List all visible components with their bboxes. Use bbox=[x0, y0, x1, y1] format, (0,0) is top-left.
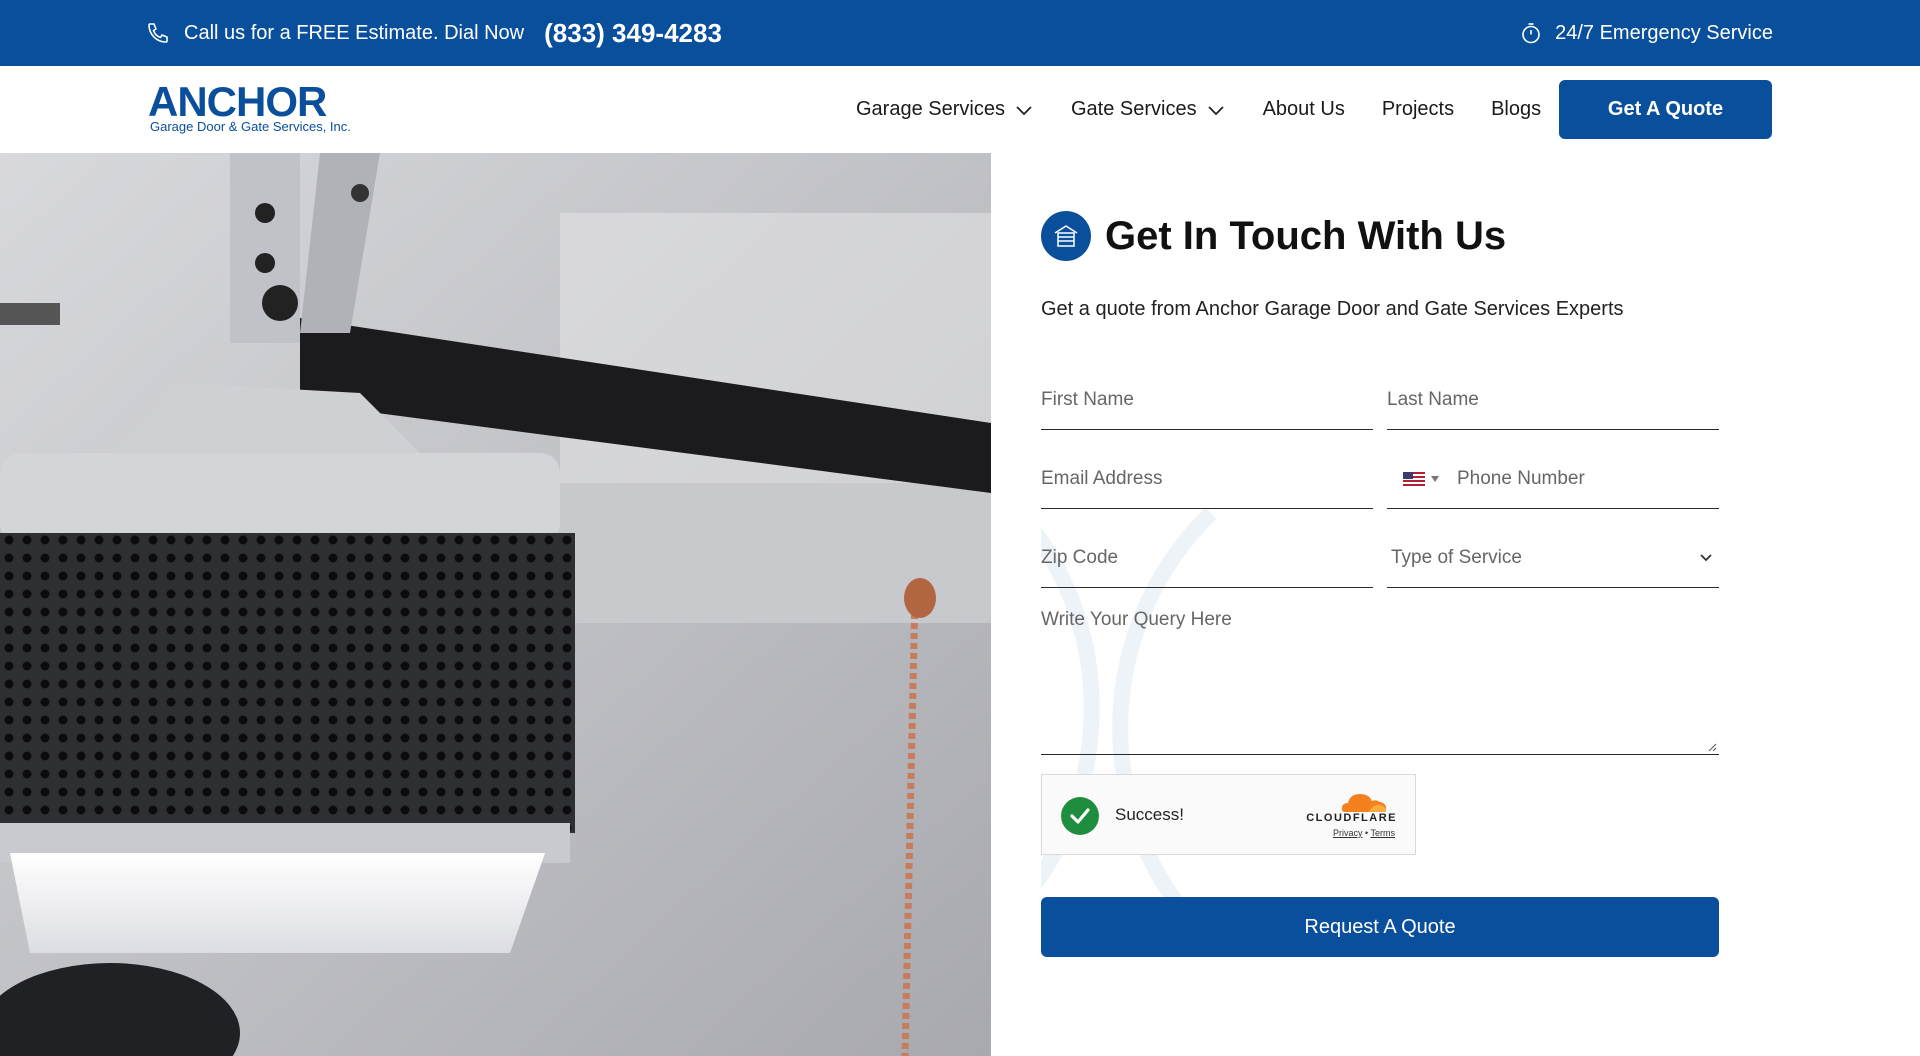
phone-number-link[interactable]: (833) 349-4283 bbox=[544, 18, 722, 49]
logo-subtitle: Garage Door & Gate Services, Inc. bbox=[150, 119, 351, 134]
chevron-down-icon bbox=[1431, 475, 1439, 482]
main-nav: Garage Services Gate Services About Us P… bbox=[856, 66, 1578, 153]
terms-link[interactable]: Terms bbox=[1371, 828, 1396, 838]
first-name-placeholder: First Name bbox=[1041, 388, 1134, 410]
query-placeholder: Write Your Query Here bbox=[1041, 609, 1232, 630]
contact-form-section: Get In Touch With Us Get a quote from An… bbox=[991, 153, 1920, 1056]
nav-garage-services-label: Garage Services bbox=[856, 98, 1005, 120]
email-field[interactable]: Email Address bbox=[1041, 449, 1373, 509]
first-name-field[interactable]: First Name bbox=[1041, 370, 1373, 430]
zip-placeholder: Zip Code bbox=[1041, 546, 1119, 568]
emergency-service: 24/7 Emergency Service bbox=[1519, 0, 1773, 66]
phone-icon bbox=[146, 21, 170, 45]
cloud-icon bbox=[1341, 794, 1386, 812]
nav-blogs[interactable]: Blogs bbox=[1491, 98, 1541, 121]
cloudflare-wordmark: CLOUDFLARE bbox=[1306, 812, 1397, 824]
service-type-select[interactable]: Type of Service bbox=[1387, 528, 1719, 588]
last-name-placeholder: Last Name bbox=[1387, 388, 1479, 410]
form-header: Get In Touch With Us bbox=[1041, 211, 1506, 261]
email-placeholder: Email Address bbox=[1041, 467, 1163, 489]
captcha-status: Success! bbox=[1115, 805, 1184, 824]
cloudflare-captcha[interactable]: Success! CLOUDFLARE Privacy • Terms bbox=[1041, 774, 1416, 855]
garage-icon bbox=[1041, 211, 1091, 261]
phone-placeholder: Phone Number bbox=[1457, 467, 1585, 489]
links-separator: • bbox=[1365, 828, 1369, 838]
form-subtitle: Get a quote from Anchor Garage Door and … bbox=[1041, 298, 1624, 320]
nav-gate-services-label: Gate Services bbox=[1070, 98, 1197, 120]
us-flag-icon bbox=[1403, 471, 1425, 486]
nav-projects[interactable]: Projects bbox=[1382, 98, 1454, 121]
cloudflare-logo: CLOUDFLARE Privacy • Terms bbox=[1301, 790, 1397, 842]
request-quote-button[interactable]: Request A Quote bbox=[1041, 897, 1719, 957]
service-type-label: Type of Service bbox=[1391, 546, 1522, 568]
captcha-links: Privacy • Terms bbox=[1333, 828, 1395, 838]
country-selector[interactable] bbox=[1403, 471, 1439, 486]
nav-garage-services[interactable]: Garage Services bbox=[856, 98, 1033, 121]
last-name-field[interactable]: Last Name bbox=[1387, 370, 1719, 430]
chevron-down-icon bbox=[1207, 104, 1225, 116]
nav-about-us[interactable]: About Us bbox=[1263, 98, 1345, 121]
stopwatch-icon bbox=[1519, 21, 1543, 45]
call-banner[interactable]: Call us for a FREE Estimate. Dial Now (8… bbox=[146, 0, 722, 66]
checkmark-icon bbox=[1061, 797, 1099, 835]
query-textarea[interactable]: Write Your Query Here bbox=[1041, 599, 1719, 755]
resize-handle-icon[interactable] bbox=[1707, 742, 1717, 752]
garage-opener-image bbox=[0, 153, 991, 1056]
get-a-quote-button[interactable]: Get A Quote bbox=[1559, 80, 1772, 139]
site-header: ANCHOR Garage Door & Gate Services, Inc.… bbox=[0, 66, 1920, 153]
phone-field[interactable]: Phone Number bbox=[1387, 449, 1719, 509]
top-bar: Call us for a FREE Estimate. Dial Now (8… bbox=[0, 0, 1920, 66]
emergency-text: 24/7 Emergency Service bbox=[1555, 21, 1773, 44]
call-text: Call us for a FREE Estimate. Dial Now bbox=[184, 21, 525, 44]
privacy-link[interactable]: Privacy bbox=[1333, 828, 1363, 838]
zip-code-field[interactable]: Zip Code bbox=[1041, 528, 1373, 588]
nav-gate-services[interactable]: Gate Services bbox=[1071, 98, 1225, 121]
chevron-down-icon bbox=[1015, 104, 1033, 116]
chevron-down-icon bbox=[1700, 553, 1712, 561]
anchor-logo[interactable]: ANCHOR Garage Door & Gate Services, Inc. bbox=[148, 78, 358, 138]
form-title: Get In Touch With Us bbox=[1105, 213, 1507, 258]
